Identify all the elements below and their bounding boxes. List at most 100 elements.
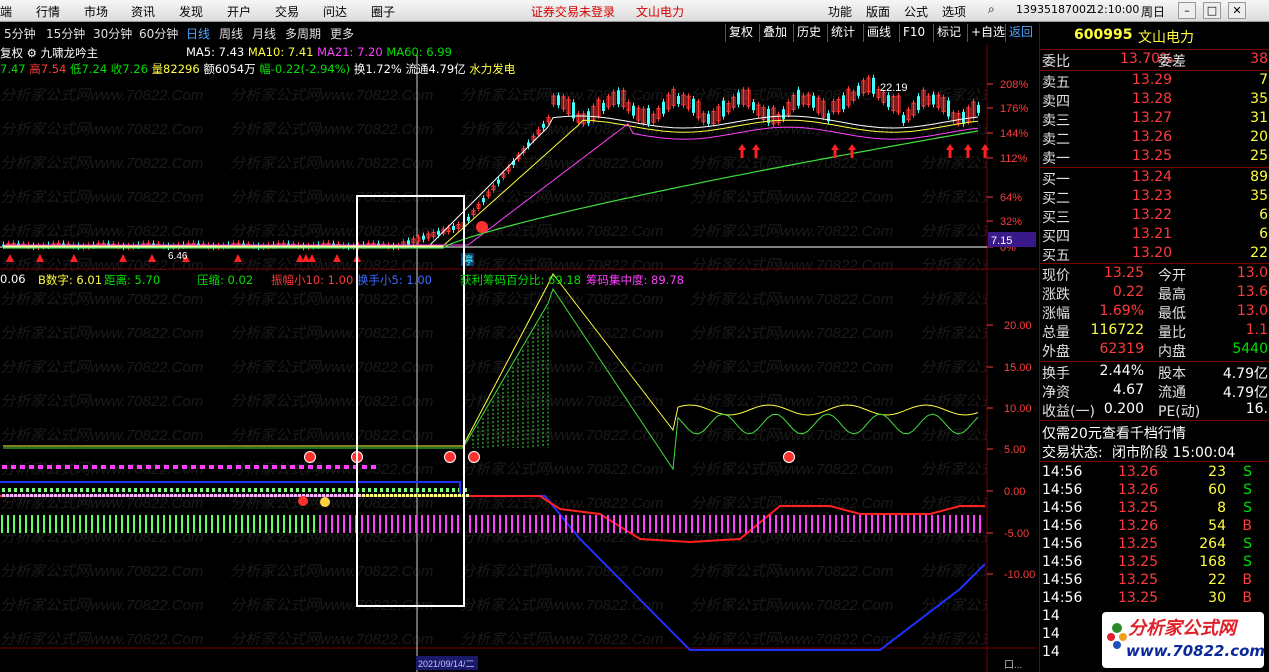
dot-marker bbox=[182, 488, 185, 492]
dot-marker bbox=[344, 465, 349, 469]
dot-marker bbox=[416, 488, 419, 492]
dot-marker bbox=[350, 488, 353, 492]
tick-row: 14:56 13.25 264 S bbox=[1040, 536, 1269, 555]
dot-marker bbox=[263, 465, 268, 469]
candle-body bbox=[797, 89, 800, 106]
restore-icon[interactable]: □ bbox=[1203, 2, 1221, 19]
tick-side: S bbox=[1243, 536, 1252, 552]
dot-marker bbox=[146, 494, 149, 497]
dot-marker bbox=[22, 494, 25, 497]
candle-body bbox=[692, 98, 695, 113]
menu-item-circle[interactable]: 圈子 bbox=[371, 3, 395, 20]
dot-marker bbox=[38, 488, 41, 492]
search-icon[interactable]: ⌕ bbox=[988, 2, 995, 17]
menu-item-terminal[interactable]: 端 bbox=[0, 3, 12, 20]
dot-marker bbox=[209, 465, 214, 469]
dot-marker bbox=[434, 494, 437, 497]
kline-chart[interactable]: 分析家公式网www.70822.Com 208%176%144%112%64%3… bbox=[0, 44, 1037, 672]
menu-item-formula[interactable]: 公式 bbox=[904, 3, 928, 20]
close-icon[interactable]: ✕ bbox=[1228, 2, 1246, 19]
stat-label: 净资 bbox=[1042, 385, 1070, 401]
dot-marker bbox=[452, 488, 455, 492]
menu-item-discover[interactable]: 发现 bbox=[179, 3, 203, 20]
menu-item-options[interactable]: 选项 bbox=[942, 3, 966, 20]
candle-body bbox=[902, 114, 905, 123]
main-info-line-2: 7.47 高7.54 低7.24 收7.26 量82296 额6054万 幅-0… bbox=[0, 61, 515, 77]
period-60min[interactable]: 60分钟 bbox=[139, 25, 178, 42]
period-5min[interactable]: 5分钟 bbox=[4, 25, 36, 42]
candle-body bbox=[977, 104, 980, 113]
tick-time: 14:56 bbox=[1042, 590, 1083, 606]
tool-overlay[interactable]: 叠加 bbox=[759, 24, 790, 42]
promo-row[interactable]: 仅需20元查看千档行情 bbox=[1040, 423, 1269, 442]
tool-fuquan[interactable]: 复权 bbox=[725, 24, 756, 42]
signal-ball bbox=[476, 221, 488, 233]
menu-item-market[interactable]: 市场 bbox=[84, 3, 108, 20]
candle-body bbox=[617, 90, 620, 105]
tool-add-watchlist[interactable]: +自选 bbox=[967, 24, 1008, 42]
candle-body bbox=[842, 95, 845, 110]
minimize-icon[interactable]: – bbox=[1178, 2, 1196, 19]
level-price: 13.22 bbox=[1132, 207, 1173, 223]
period-monthly[interactable]: 月线 bbox=[252, 25, 276, 42]
dot-marker bbox=[128, 488, 131, 492]
period-multi[interactable]: 多周期 bbox=[285, 25, 321, 42]
dot-marker bbox=[236, 488, 239, 492]
dot-marker bbox=[308, 488, 311, 492]
candle-body bbox=[722, 100, 725, 117]
stock-code: 600995 bbox=[1074, 27, 1133, 43]
menu-item-function[interactable]: 功能 bbox=[828, 3, 852, 20]
promo-text[interactable]: 仅需20元查看千档行情 bbox=[1042, 423, 1186, 443]
menu-item-quotes[interactable]: 行情 bbox=[36, 3, 60, 20]
dot-marker bbox=[137, 465, 142, 469]
period-daily[interactable]: 日线 bbox=[186, 25, 210, 42]
quote-panel: 600995 文山电力 委比 13.70% 委差 38 卖五 13.29 7 卖四 13… bbox=[1039, 23, 1269, 672]
formula-name[interactable]: 九啸龙吟主 bbox=[41, 46, 99, 60]
dot-marker bbox=[34, 494, 37, 497]
dot-marker bbox=[362, 494, 365, 497]
dot-marker bbox=[368, 488, 371, 492]
tool-draw[interactable]: 画线 bbox=[863, 24, 894, 42]
period-15min[interactable]: 15分钟 bbox=[46, 25, 85, 42]
dot-marker bbox=[200, 488, 203, 492]
menu-item-trade[interactable]: 交易 bbox=[275, 3, 299, 20]
menu-item-news[interactable]: 资讯 bbox=[131, 3, 155, 20]
buy-level-row: 买三 13.22 6 bbox=[1040, 207, 1269, 226]
level-label: 买五 bbox=[1042, 248, 1070, 264]
dot-marker bbox=[258, 494, 261, 497]
level-price: 13.21 bbox=[1132, 226, 1173, 242]
dot-marker bbox=[14, 494, 17, 497]
low-value: 低7.24 bbox=[70, 62, 108, 76]
dot-marker bbox=[306, 494, 309, 497]
tick-price: 13.25 bbox=[1118, 572, 1159, 588]
dot-marker bbox=[272, 488, 275, 492]
dot-marker bbox=[38, 465, 43, 469]
dot-marker bbox=[250, 494, 253, 497]
dot-marker bbox=[392, 488, 395, 492]
peak-price-label: 22.19 bbox=[880, 82, 908, 94]
tool-mark[interactable]: 标记 bbox=[933, 24, 964, 42]
menu-item-ask[interactable]: 问达 bbox=[323, 3, 347, 20]
dot-marker bbox=[402, 494, 405, 497]
login-warning[interactable]: 证券交易未登录 bbox=[531, 3, 615, 20]
menu-item-open-account[interactable]: 开户 bbox=[227, 3, 251, 20]
ind-value-c: 距离: 5.70 bbox=[104, 273, 161, 287]
menu-item-layout[interactable]: 版面 bbox=[866, 3, 890, 20]
stat-value: 0.22 bbox=[1112, 284, 1144, 300]
period-30min[interactable]: 30分钟 bbox=[93, 25, 132, 42]
level-label: 卖四 bbox=[1042, 94, 1070, 110]
tool-back[interactable]: 返回 bbox=[1005, 24, 1036, 42]
tool-f10[interactable]: F10 bbox=[899, 24, 928, 42]
ma10-value: MA10: 7.41 bbox=[247, 45, 314, 59]
dot-marker bbox=[110, 488, 113, 492]
tool-history[interactable]: 历史 bbox=[793, 24, 824, 42]
period-weekly[interactable]: 周线 bbox=[219, 25, 243, 42]
formula-gear-icon[interactable]: ⚙ bbox=[27, 46, 37, 60]
level-price: 13.28 bbox=[1132, 91, 1173, 107]
candle-body bbox=[422, 235, 425, 240]
dot-marker bbox=[42, 494, 45, 497]
tool-stats[interactable]: 统计 bbox=[827, 24, 858, 42]
period-more[interactable]: 更多 bbox=[330, 25, 354, 42]
fuquan-badge[interactable]: 复权 bbox=[0, 46, 23, 60]
cursor-date: 2021/09/14/二 bbox=[418, 659, 475, 669]
